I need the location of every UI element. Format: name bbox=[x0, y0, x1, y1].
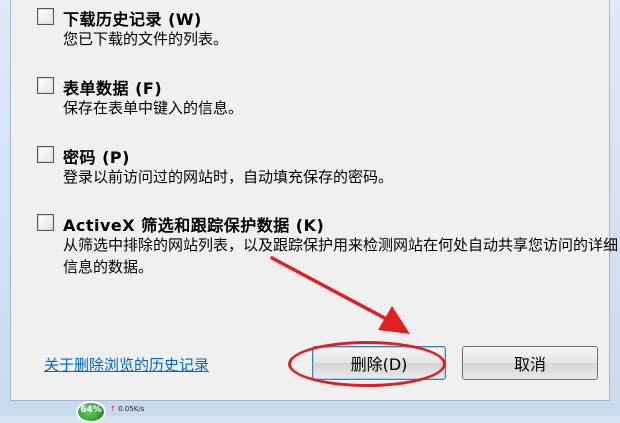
network-monitor: 64% ↑ 0.05K/s bbox=[76, 401, 144, 423]
speed-value: 0.05K/s bbox=[118, 405, 145, 413]
download-history-checkbox[interactable] bbox=[37, 8, 54, 25]
option-description: 登录以前访问过的网站时，自动填充保存的密码。 bbox=[63, 168, 394, 186]
cancel-button[interactable]: 取消 bbox=[462, 346, 598, 380]
screenshot-frame: 下载历史记录 (W) 您已下载的文件的列表。 表单数据 (F) 保存在表单中键入… bbox=[0, 0, 620, 423]
network-speed-icon: 64% bbox=[76, 401, 106, 423]
help-link[interactable]: 关于删除浏览的历史记录 bbox=[44, 354, 209, 375]
form-data-checkbox[interactable] bbox=[37, 77, 54, 94]
activex-tracking-checkbox[interactable] bbox=[37, 214, 54, 231]
option-description: 保存在表单中键入的信息。 bbox=[63, 99, 244, 117]
upload-arrow-icon: ↑ bbox=[110, 405, 116, 413]
delete-button[interactable]: 删除(D) bbox=[312, 346, 446, 380]
option-title: 下载历史记录 (W) bbox=[63, 10, 202, 29]
option-description: 从筛选中排除的网站列表，以及跟踪保护用来检测网站在何处自动共享您访问的详细信息的… bbox=[63, 236, 619, 276]
option-title: ActiveX 筛选和跟踪保护数据 (K) bbox=[63, 216, 325, 235]
option-title: 表单数据 (F) bbox=[63, 79, 163, 98]
passwords-checkbox[interactable] bbox=[37, 146, 54, 163]
speed-readout: ↑ 0.05K/s bbox=[110, 405, 144, 413]
delete-history-dialog: 下载历史记录 (W) 您已下载的文件的列表。 表单数据 (F) 保存在表单中键入… bbox=[10, 0, 618, 401]
option-title: 密码 (P) bbox=[63, 148, 130, 167]
option-description: 您已下载的文件的列表。 bbox=[63, 30, 229, 48]
